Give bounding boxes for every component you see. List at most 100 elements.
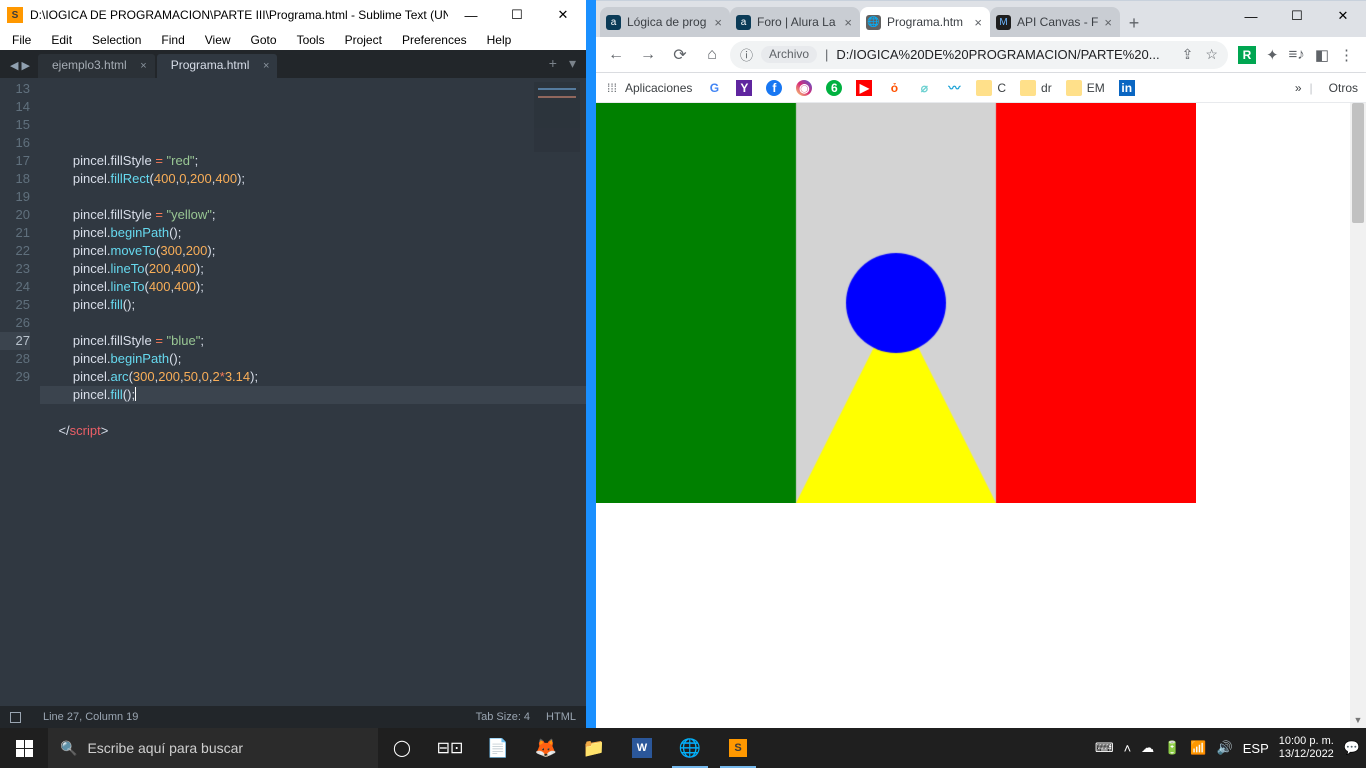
tab-close-icon[interactable]: × bbox=[1102, 15, 1114, 30]
tab-close-icon[interactable]: × bbox=[263, 60, 269, 72]
bookmark-item[interactable]: G bbox=[706, 80, 722, 96]
editor-tab-programa[interactable]: Programa.html × bbox=[157, 54, 278, 78]
browser-tab[interactable]: aForo | Alura La× bbox=[730, 7, 860, 37]
status-panel-toggle-icon[interactable] bbox=[10, 712, 21, 723]
code-editor[interactable]: pincel.fillStyle = "red"; pincel.fillRec… bbox=[40, 78, 586, 706]
media-control-icon[interactable]: ≡♪ bbox=[1289, 46, 1305, 63]
maximize-button[interactable]: ☐ bbox=[494, 0, 540, 30]
status-caret[interactable]: Line 27, Column 19 bbox=[43, 711, 138, 723]
bookmark-item[interactable]: ỏ bbox=[886, 80, 902, 96]
taskbar-app-firefox[interactable]: 🦊 bbox=[522, 728, 570, 768]
browser-tab[interactable]: 🌐Programa.htm× bbox=[860, 7, 990, 37]
folder-icon bbox=[1066, 80, 1082, 96]
site-info-icon[interactable]: ⓘ bbox=[740, 45, 753, 64]
side-panel-icon[interactable]: ◧ bbox=[1315, 46, 1329, 64]
menu-find[interactable]: Find bbox=[153, 31, 192, 49]
touch-keyboard-icon[interactable]: ⌨ bbox=[1095, 740, 1114, 756]
browser-tab[interactable]: MAPI Canvas - F× bbox=[990, 7, 1120, 37]
menu-help[interactable]: Help bbox=[479, 31, 520, 49]
menu-edit[interactable]: Edit bbox=[43, 31, 80, 49]
bookmark-item[interactable]: ▶ bbox=[856, 80, 872, 96]
forward-button[interactable]: → bbox=[634, 41, 662, 69]
maximize-button[interactable]: ☐ bbox=[1274, 1, 1320, 31]
tab-overflow-button[interactable]: ▾ bbox=[569, 55, 576, 72]
task-view-button[interactable]: ◯ bbox=[378, 728, 426, 768]
menu-view[interactable]: View bbox=[197, 31, 239, 49]
start-button[interactable] bbox=[0, 728, 48, 768]
tray-overflow-icon[interactable]: ˄ bbox=[1124, 741, 1132, 756]
input-language[interactable]: ESP bbox=[1243, 741, 1269, 756]
scroll-thumb[interactable] bbox=[1352, 103, 1364, 223]
vertical-scrollbar[interactable]: ▲ ▼ bbox=[1350, 103, 1366, 728]
windows-logo-icon bbox=[16, 740, 33, 757]
tab-close-icon[interactable]: × bbox=[842, 15, 854, 30]
taskbar-search[interactable]: 🔍 Escribe aquí para buscar bbox=[48, 728, 378, 768]
tab-history-nav[interactable]: ◀ ▶ bbox=[6, 59, 38, 78]
menu-goto[interactable]: Goto bbox=[243, 31, 285, 49]
home-button[interactable]: ⌂ bbox=[698, 41, 726, 69]
scroll-down-icon[interactable]: ▼ bbox=[1350, 712, 1366, 728]
menu-tools[interactable]: Tools bbox=[289, 31, 333, 49]
menu-project[interactable]: Project bbox=[337, 31, 390, 49]
menu-preferences[interactable]: Preferences bbox=[394, 31, 475, 49]
bookmark-item[interactable]: ⌀ bbox=[916, 80, 932, 96]
battery-icon[interactable]: 🔋 bbox=[1164, 740, 1180, 756]
window-splitter[interactable] bbox=[586, 0, 596, 728]
reload-button[interactable]: ⟳ bbox=[666, 41, 694, 69]
bookmarks-overflow-icon[interactable]: » bbox=[1295, 81, 1302, 95]
bookmark-item[interactable]: ◉ bbox=[796, 80, 812, 96]
action-center-icon[interactable]: 💬 bbox=[1344, 740, 1360, 756]
extensions-puzzle-icon[interactable]: ✦ bbox=[1266, 46, 1279, 64]
bookmark-star-icon[interactable]: ☆ bbox=[1205, 46, 1218, 63]
bookmark-item[interactable]: EM bbox=[1066, 80, 1105, 96]
bookmark-item[interactable]: Y bbox=[736, 80, 752, 96]
taskbar-app-notepad[interactable]: 📄 bbox=[474, 728, 522, 768]
volume-icon[interactable]: 🔊 bbox=[1217, 740, 1233, 756]
close-button[interactable]: ✕ bbox=[540, 0, 586, 30]
page-viewport[interactable] bbox=[596, 103, 1366, 728]
menu-selection[interactable]: Selection bbox=[84, 31, 149, 49]
browser-tab[interactable]: aLógica de prog× bbox=[600, 7, 730, 37]
minimap[interactable] bbox=[534, 82, 580, 152]
taskbar-app-chrome[interactable]: 🌐 bbox=[666, 728, 714, 768]
bookmark-item[interactable]: 6 bbox=[826, 80, 842, 96]
tab-close-icon[interactable]: × bbox=[712, 15, 724, 30]
bookmarks-bar: ⁞⁞⁞ Aplicaciones GYf◉6▶ỏ⌀〰CdrEMin » | Ot… bbox=[596, 73, 1366, 103]
extension-r-icon[interactable]: R bbox=[1238, 46, 1256, 64]
bookmark-item[interactable]: 〰 bbox=[946, 80, 962, 96]
bookmark-item[interactable]: dr bbox=[1020, 80, 1052, 96]
back-button[interactable]: ← bbox=[602, 41, 630, 69]
taskbar-app-word[interactable]: W bbox=[618, 728, 666, 768]
editor-tab-ejemplo3[interactable]: ejemplo3.html × bbox=[38, 54, 155, 78]
sublime-menubar: File Edit Selection Find View Goto Tools… bbox=[0, 30, 586, 50]
tab-title: Foro | Alura La bbox=[757, 15, 836, 29]
wifi-icon[interactable]: 📶 bbox=[1190, 740, 1206, 756]
taskbar-pinned-apps: ◯ ⊟⊡ 📄 🦊 📁 W 🌐 S bbox=[378, 728, 762, 768]
taskbar-app-explorer[interactable]: 📁 bbox=[570, 728, 618, 768]
sublime-titlebar[interactable]: S D:\IOGICA DE PROGRAMACION\PARTE III\Pr… bbox=[0, 0, 586, 30]
status-indent[interactable]: Tab Size: 4 bbox=[476, 711, 530, 723]
taskbar-app-cortana[interactable]: ⊟⊡ bbox=[426, 728, 474, 768]
apps-grid-icon: ⁞⁞⁞ bbox=[604, 80, 620, 96]
close-button[interactable]: ✕ bbox=[1320, 1, 1366, 31]
new-tab-button[interactable]: + bbox=[1120, 9, 1148, 37]
line-gutter[interactable]: 1314151617181920212223242526272829 bbox=[0, 78, 40, 706]
tab-close-icon[interactable]: × bbox=[972, 15, 984, 30]
onedrive-icon[interactable]: ☁ bbox=[1141, 740, 1154, 756]
share-icon[interactable]: ⇪ bbox=[1182, 46, 1194, 63]
minimize-button[interactable]: — bbox=[448, 0, 494, 30]
minimize-button[interactable]: — bbox=[1228, 1, 1274, 31]
tray-clock[interactable]: 10:00 p. m. 13/12/2022 bbox=[1279, 735, 1334, 761]
taskbar-app-sublime[interactable]: S bbox=[714, 728, 762, 768]
status-syntax[interactable]: HTML bbox=[546, 711, 576, 723]
tab-close-icon[interactable]: × bbox=[140, 60, 146, 72]
menu-file[interactable]: File bbox=[4, 31, 39, 49]
bookmark-item[interactable]: f bbox=[766, 80, 782, 96]
new-tab-button[interactable]: + bbox=[549, 55, 557, 72]
chrome-menu-icon[interactable]: ⋮ bbox=[1339, 46, 1354, 64]
bookmark-item[interactable]: C bbox=[976, 80, 1006, 96]
bookmark-item[interactable]: in bbox=[1119, 80, 1135, 96]
apps-shortcut[interactable]: ⁞⁞⁞ Aplicaciones bbox=[604, 80, 692, 96]
other-bookmarks-label[interactable]: Otros bbox=[1329, 81, 1358, 95]
address-bar[interactable]: ⓘ Archivo | D:/IOGICA%20DE%20PROGRAMACIO… bbox=[730, 41, 1228, 69]
